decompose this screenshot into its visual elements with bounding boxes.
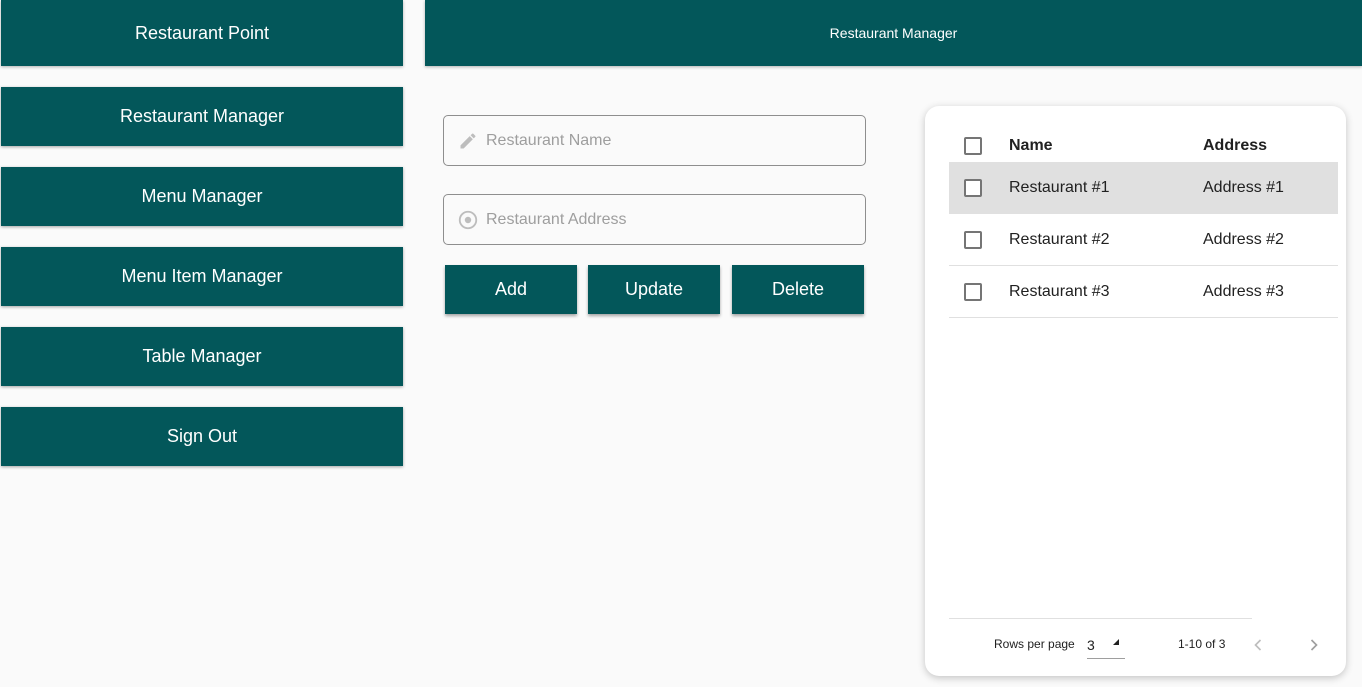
pagination-divider — [949, 618, 1252, 619]
update-button[interactable]: Update — [588, 265, 720, 314]
row-name-cell: Restaurant #1 — [1009, 178, 1110, 196]
table-row[interactable]: Restaurant #2 Address #2 — [949, 214, 1338, 266]
nav-table-manager-button[interactable]: Table Manager — [1, 327, 403, 386]
add-button[interactable]: Add — [445, 265, 577, 314]
table-row[interactable]: Restaurant #3 Address #3 — [949, 266, 1338, 318]
rows-per-page-select[interactable]: 3 — [1087, 632, 1125, 659]
nav-menu-item-manager-button[interactable]: Menu Item Manager — [1, 247, 403, 306]
page-title: Restaurant Manager — [425, 0, 1362, 66]
rows-per-page-label: Rows per page — [994, 637, 1075, 651]
chevron-left-icon — [1254, 639, 1262, 651]
rows-per-page-value: 3 — [1087, 637, 1095, 653]
next-page-button[interactable] — [1302, 633, 1326, 657]
pencil-icon — [444, 116, 486, 165]
nav-menu-manager-button[interactable]: Menu Manager — [1, 167, 403, 226]
previous-page-button[interactable] — [1246, 633, 1270, 657]
restaurant-name-field[interactable] — [443, 115, 866, 166]
row-address-cell: Address #3 — [1203, 282, 1284, 300]
dropdown-arrow-icon — [1113, 639, 1119, 645]
nav-restaurant-manager-button[interactable]: Restaurant Manager — [1, 87, 403, 146]
row-address-cell: Address #2 — [1203, 230, 1284, 248]
pagination-range: 1-10 of 3 — [1178, 637, 1226, 651]
restaurant-address-field[interactable] — [443, 194, 866, 245]
row-checkbox[interactable] — [964, 230, 982, 249]
restaurant-name-input[interactable] — [486, 116, 846, 165]
row-address-cell: Address #1 — [1203, 178, 1284, 196]
row-name-cell: Restaurant #2 — [1009, 230, 1110, 248]
sign-out-button[interactable]: Sign Out — [1, 407, 403, 466]
row-name-cell: Restaurant #3 — [1009, 282, 1110, 300]
table-row[interactable]: Restaurant #1 Address #1 — [949, 162, 1338, 214]
chevron-right-icon — [1310, 639, 1318, 651]
row-checkbox[interactable] — [964, 178, 982, 197]
restaurant-table-card: Name Address Restaurant #1 Address #1 Re… — [925, 106, 1346, 676]
delete-button[interactable]: Delete — [732, 265, 864, 314]
row-checkbox[interactable] — [964, 282, 982, 301]
restaurant-address-input[interactable] — [486, 195, 846, 244]
select-all-checkbox[interactable] — [964, 137, 982, 155]
app-title: Restaurant Point — [1, 0, 403, 66]
location-icon — [444, 195, 486, 244]
column-header-name[interactable]: Name — [1009, 137, 1203, 155]
table-header: Name Address — [949, 130, 1338, 162]
column-header-address[interactable]: Address — [1203, 137, 1338, 155]
